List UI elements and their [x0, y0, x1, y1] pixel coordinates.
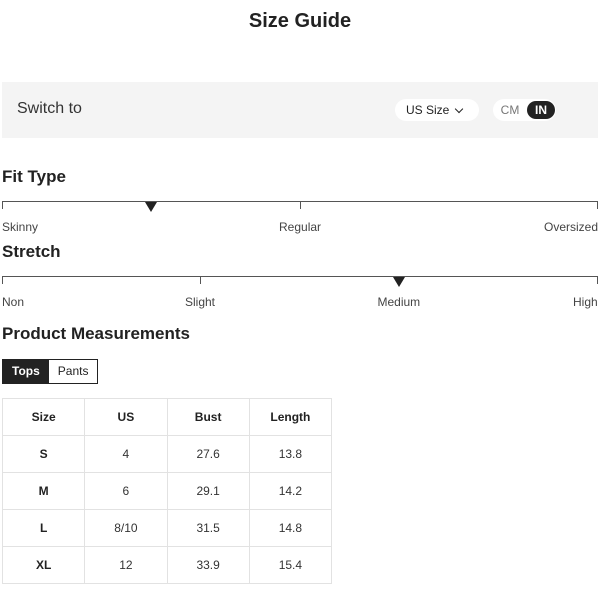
scale-label-oversized: Oversized — [544, 220, 599, 234]
table-row: L 8/10 31.5 14.8 — [1, 509, 333, 547]
fit-type-title: Fit Type — [2, 167, 66, 186]
scale-tick — [2, 201, 3, 209]
tab-pants[interactable]: Pants — [48, 360, 98, 383]
size-cell: M — [1, 472, 86, 510]
scale-tick — [2, 276, 3, 284]
scale-tick — [300, 201, 301, 209]
scale-label-slight: Slight — [185, 295, 216, 309]
scale-label-medium: Medium — [377, 295, 421, 309]
stretch-title: Stretch — [2, 242, 61, 261]
size-cell: XL — [1, 546, 86, 584]
scale-label-regular: Regular — [279, 220, 322, 234]
size-system-value: US Size — [406, 103, 450, 117]
header-size: Size — [1, 398, 86, 436]
us-cell: 4 — [84, 435, 168, 473]
page-title: Size Guide — [248, 10, 352, 32]
length-cell: 13.8 — [248, 435, 333, 473]
length-cell: 14.2 — [248, 472, 333, 510]
unit-toggle[interactable]: CM IN — [493, 99, 556, 121]
product-measurements-title: Product Measurements — [2, 324, 190, 343]
unit-cm-option[interactable]: CM — [493, 103, 527, 117]
table-row: XL 12 33.9 15.4 — [1, 546, 333, 584]
us-cell: 6 — [84, 472, 168, 510]
us-cell: 12 — [84, 546, 168, 584]
selected-marker-icon — [393, 277, 405, 287]
size-cell: S — [1, 435, 86, 473]
scale-tick — [200, 276, 201, 284]
scale-label-skinny: Skinny — [2, 220, 39, 234]
selected-marker-icon — [145, 202, 157, 212]
table-header-row: Size US Bust Length — [1, 398, 333, 436]
unit-in-option[interactable]: IN — [527, 101, 555, 119]
stretch-scale: Non Slight Medium High — [2, 276, 598, 309]
unit-switch-bar: Switch to US Size CM IN — [2, 82, 598, 138]
header-us: US — [84, 398, 168, 436]
table-row: M 6 29.1 14.2 — [1, 472, 333, 510]
bust-cell: 29.1 — [166, 472, 250, 510]
scale-label-non: Non — [2, 295, 25, 309]
chevron-down-icon — [455, 104, 464, 113]
scale-tick — [597, 276, 598, 284]
tab-tops[interactable]: Tops — [3, 360, 49, 383]
size-cell: L — [1, 509, 86, 547]
length-cell: 14.8 — [248, 509, 333, 547]
us-cell: 8/10 — [84, 509, 168, 547]
length-cell: 15.4 — [248, 546, 333, 584]
switch-to-label: Switch to — [17, 100, 82, 117]
bust-cell: 27.6 — [166, 435, 250, 473]
fit-type-scale: Skinny Regular Oversized — [2, 201, 598, 234]
bust-cell: 31.5 — [166, 509, 250, 547]
measurement-tabs: Tops Pants — [2, 359, 99, 384]
header-length: Length — [248, 398, 333, 436]
bust-cell: 33.9 — [166, 546, 250, 584]
scale-line — [2, 276, 598, 277]
scale-label-high: High — [573, 295, 598, 309]
table-row: S 4 27.6 13.8 — [1, 435, 333, 473]
scale-tick — [597, 201, 598, 209]
measurements-table: Size US Bust Length S 4 27.6 13.8 M 6 29… — [1, 398, 333, 584]
header-bust: Bust — [166, 398, 250, 436]
size-system-select[interactable]: US Size — [395, 99, 479, 121]
